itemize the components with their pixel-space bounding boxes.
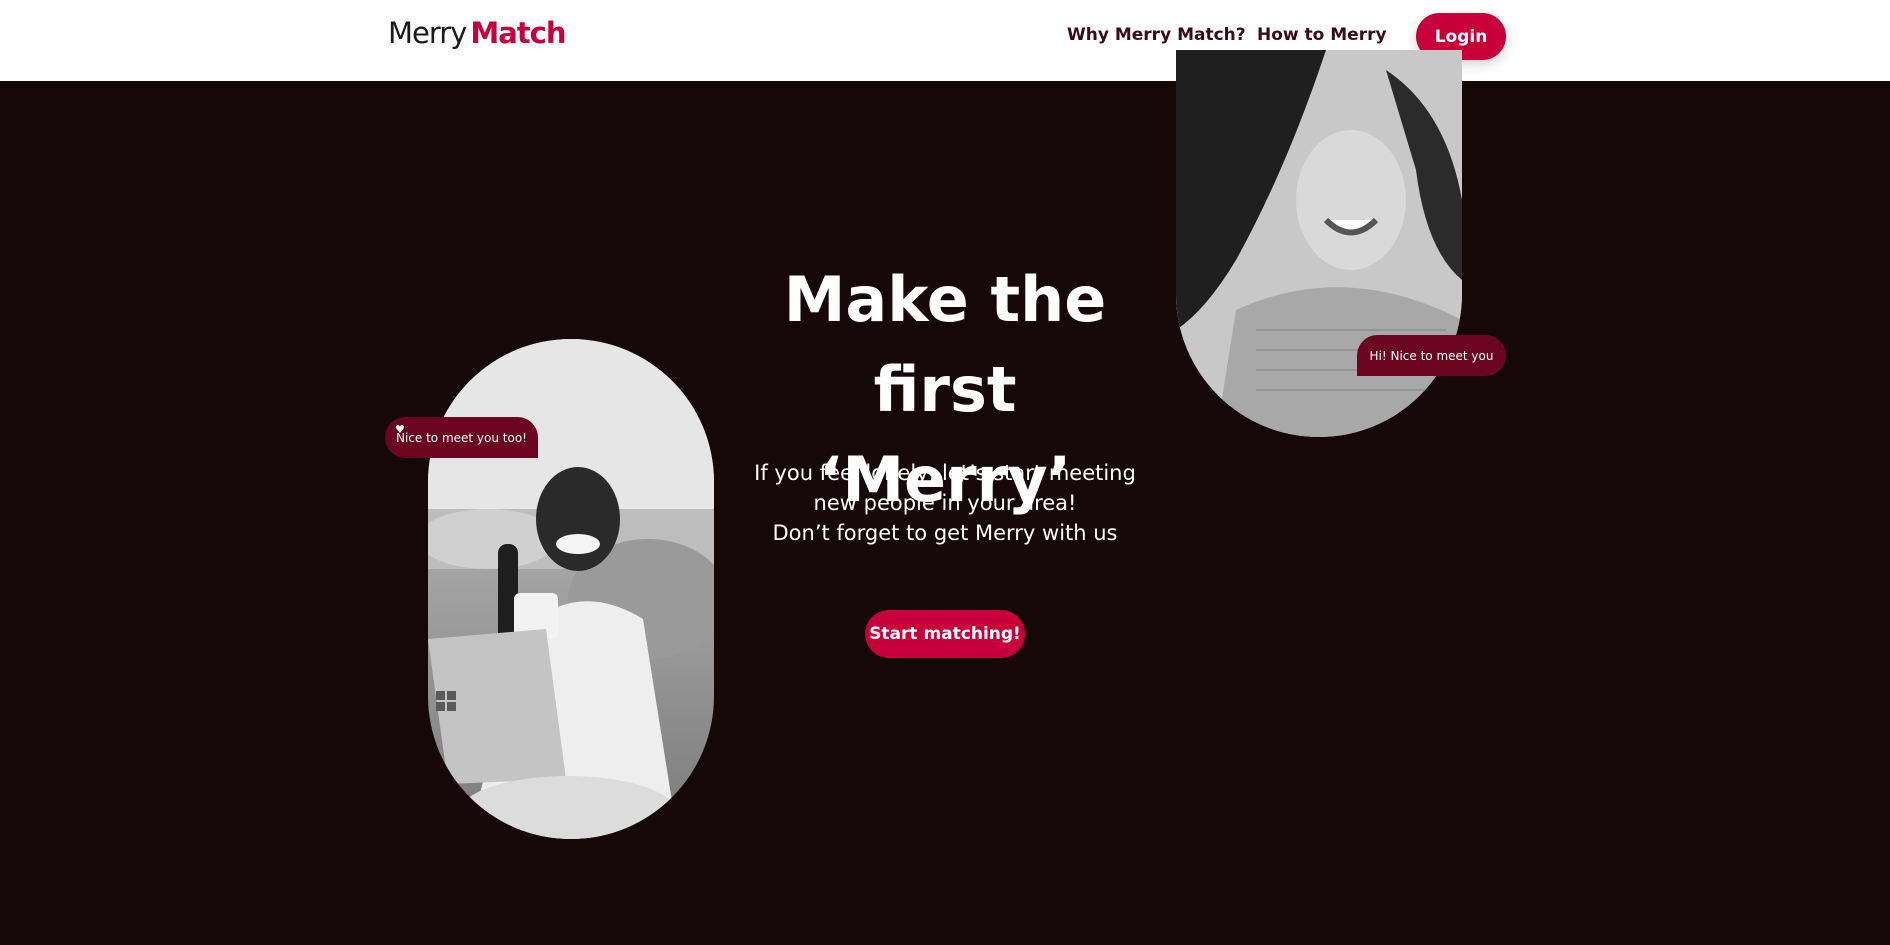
photo-left-illustration [428, 339, 714, 839]
chat-bubble-right: Hi! Nice to meet you [1357, 335, 1506, 376]
hero-subtitle: If you feel lonely, let’s start meeting … [745, 458, 1145, 548]
hero-subtitle-line-1: If you feel lonely, let’s start meeting [754, 461, 1136, 485]
logo-word-merry: Merry [388, 16, 467, 50]
hero-photo-right [1176, 50, 1462, 437]
logo-word-match: Match [470, 16, 566, 50]
chat-bubble-left: ♥ Nice to meet you too! [385, 417, 538, 458]
start-matching-button[interactable]: Start matching! [865, 610, 1025, 658]
chat-bubble-left-text: Nice to meet you too! [395, 430, 527, 445]
heart-icon: ♥ [395, 423, 405, 436]
chat-bubble-right-text: Hi! Nice to meet you [1369, 348, 1494, 363]
hero-photo-left [428, 339, 714, 839]
nav-why-merry-match[interactable]: Why Merry Match? [1067, 25, 1246, 45]
hero-subtitle-line-2: new people in your area! [813, 491, 1077, 515]
top-navbar: Merry Match Why Merry Match? How to Merry… [0, 0, 1890, 81]
hero-subtitle-line-3: Don’t forget to get Merry with us [772, 521, 1118, 545]
merry-match-logo[interactable]: Merry Match [388, 16, 567, 50]
nav-how-to-merry[interactable]: How to Merry [1257, 25, 1387, 45]
photo-right-illustration [1176, 50, 1462, 437]
hero-title-line-1: Make the [783, 263, 1107, 336]
